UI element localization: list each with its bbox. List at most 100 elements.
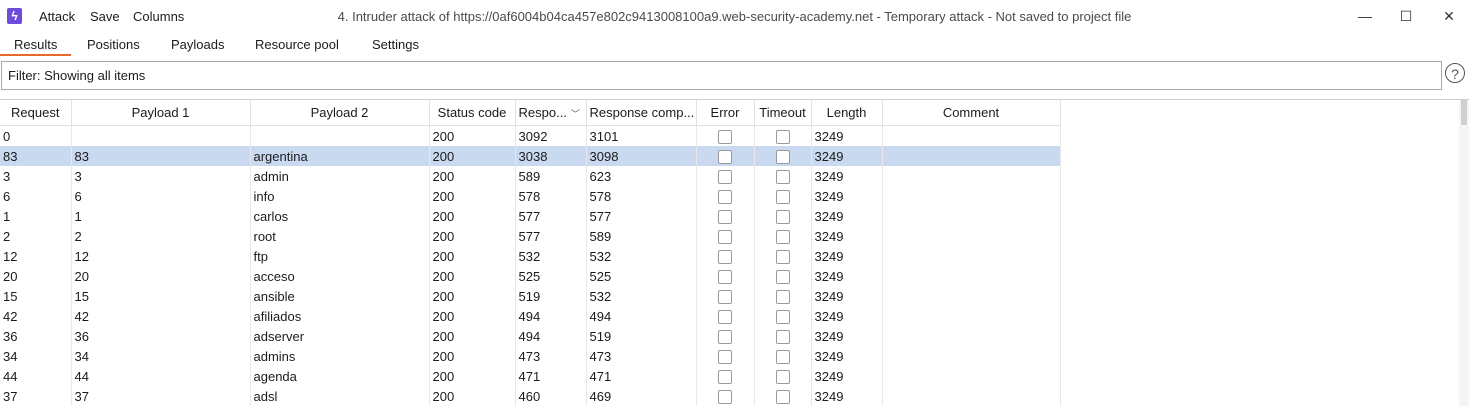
cell-response-received: 577 xyxy=(515,206,587,226)
cell-request: 0 xyxy=(0,125,72,146)
cell-timeout xyxy=(754,206,812,226)
cell-request: 34 xyxy=(0,346,72,366)
column-comment[interactable]: Comment xyxy=(882,100,1061,126)
cell-payload-1: 3 xyxy=(71,166,251,186)
checkbox[interactable] xyxy=(718,309,732,324)
column-response-received-label: Respo... xyxy=(518,105,567,120)
filter-bar[interactable]: Filter: Showing all items xyxy=(1,61,1442,90)
checkbox[interactable] xyxy=(718,269,732,284)
cell-request: 15 xyxy=(0,286,72,306)
column-timeout[interactable]: Timeout xyxy=(754,100,812,126)
checkbox[interactable] xyxy=(775,349,790,364)
cell-payload-2: agenda xyxy=(250,366,430,386)
cell-payload-2: adsl xyxy=(250,386,430,406)
checkbox[interactable] xyxy=(775,289,790,304)
cell-payload-1: 34 xyxy=(71,346,251,366)
table-row[interactable]: 0 200 3092 3101 3249 xyxy=(0,125,1061,146)
checkbox[interactable] xyxy=(775,129,790,144)
table-row[interactable]: 1 1 carlos 200 577 577 3249 xyxy=(0,206,1061,226)
column-payload-2[interactable]: Payload 2 xyxy=(250,100,430,126)
table-row[interactable]: 6 6 info 200 578 578 3249 xyxy=(0,186,1061,206)
vertical-scrollbar[interactable] xyxy=(1459,100,1469,406)
checkbox[interactable] xyxy=(718,189,732,204)
column-status-code[interactable]: Status code xyxy=(429,100,516,126)
cell-request: 12 xyxy=(0,246,72,266)
cell-response-received: 3092 xyxy=(515,125,587,146)
table-row[interactable]: 12 12 ftp 200 532 532 3249 xyxy=(0,246,1061,266)
cell-request: 37 xyxy=(0,386,72,406)
checkbox[interactable] xyxy=(718,209,732,224)
cell-timeout xyxy=(754,226,812,246)
maximize-button[interactable]: ☐ xyxy=(1383,4,1429,28)
cell-response-received: 519 xyxy=(515,286,587,306)
cell-comment xyxy=(882,246,1061,266)
active-tab-indicator xyxy=(0,54,71,56)
table-row[interactable]: 2 2 root 200 577 589 3249 xyxy=(0,226,1061,246)
tab-positions[interactable]: Positions xyxy=(87,37,140,52)
cell-length: 3249 xyxy=(811,306,883,326)
checkbox[interactable] xyxy=(718,389,732,404)
cell-length: 3249 xyxy=(811,166,883,186)
scrollbar-thumb[interactable] xyxy=(1461,100,1467,125)
column-error[interactable]: Error xyxy=(696,100,755,126)
column-length[interactable]: Length xyxy=(811,100,883,126)
table-row[interactable]: 44 44 agenda 200 471 471 3249 xyxy=(0,366,1061,386)
cell-comment xyxy=(882,366,1061,386)
checkbox[interactable] xyxy=(718,129,732,144)
column-request[interactable]: Request xyxy=(0,100,72,126)
cell-response-completed: 469 xyxy=(586,386,697,406)
table-row[interactable]: 20 20 acceso 200 525 525 3249 xyxy=(0,266,1061,286)
cell-length: 3249 xyxy=(811,366,883,386)
cell-payload-1: 44 xyxy=(71,366,251,386)
table-row[interactable]: 42 42 afiliados 200 494 494 3249 xyxy=(0,306,1061,326)
cell-timeout xyxy=(754,346,812,366)
table-row[interactable]: 34 34 admins 200 473 473 3249 xyxy=(0,346,1061,366)
checkbox[interactable] xyxy=(775,229,790,244)
checkbox[interactable] xyxy=(718,369,732,384)
close-button[interactable]: ✕ xyxy=(1426,4,1469,28)
minimize-button[interactable]: — xyxy=(1342,4,1388,28)
table-row[interactable]: 83 83 argentina 200 3038 3098 3249 xyxy=(0,146,1061,166)
tab-settings[interactable]: Settings xyxy=(372,37,419,52)
help-icon[interactable]: ? xyxy=(1445,63,1465,83)
checkbox[interactable] xyxy=(775,269,790,284)
cell-payload-2: root xyxy=(250,226,430,246)
checkbox[interactable] xyxy=(775,149,790,164)
tab-payloads[interactable]: Payloads xyxy=(171,37,224,52)
cell-timeout xyxy=(754,186,812,206)
checkbox[interactable] xyxy=(775,389,790,404)
tab-resource-pool[interactable]: Resource pool xyxy=(255,37,339,52)
cell-timeout xyxy=(754,386,812,406)
table-row[interactable]: 15 15 ansible 200 519 532 3249 xyxy=(0,286,1061,306)
checkbox[interactable] xyxy=(775,369,790,384)
checkbox[interactable] xyxy=(775,189,790,204)
cell-status-code: 200 xyxy=(429,206,516,226)
column-response-received[interactable]: Respo... ﹀ xyxy=(515,100,587,126)
cell-status-code: 200 xyxy=(429,266,516,286)
column-payload-1[interactable]: Payload 1 xyxy=(71,100,251,126)
checkbox[interactable] xyxy=(775,169,790,184)
cell-response-received: 494 xyxy=(515,306,587,326)
tab-results[interactable]: Results xyxy=(14,37,57,52)
table-row[interactable]: 3 3 admin 200 589 623 3249 xyxy=(0,166,1061,186)
column-response-completed[interactable]: Response comp... xyxy=(586,100,697,126)
cell-payload-2: ftp xyxy=(250,246,430,266)
cell-payload-2: admin xyxy=(250,166,430,186)
checkbox[interactable] xyxy=(718,329,732,344)
checkbox[interactable] xyxy=(775,209,790,224)
table-row[interactable]: 36 36 adserver 200 494 519 3249 xyxy=(0,326,1061,346)
checkbox[interactable] xyxy=(718,249,732,264)
checkbox[interactable] xyxy=(718,169,732,184)
cell-error xyxy=(696,125,755,146)
checkbox[interactable] xyxy=(775,329,790,344)
checkbox[interactable] xyxy=(718,229,732,244)
table-header: Request Payload 1 Payload 2 Status code … xyxy=(0,100,1061,126)
checkbox[interactable] xyxy=(775,309,790,324)
checkbox[interactable] xyxy=(718,289,732,304)
checkbox[interactable] xyxy=(718,149,732,164)
checkbox[interactable] xyxy=(718,349,732,364)
cell-payload-1: 15 xyxy=(71,286,251,306)
checkbox[interactable] xyxy=(775,249,790,264)
cell-length: 3249 xyxy=(811,226,883,246)
table-row[interactable]: 37 37 adsl 200 460 469 3249 xyxy=(0,386,1061,406)
